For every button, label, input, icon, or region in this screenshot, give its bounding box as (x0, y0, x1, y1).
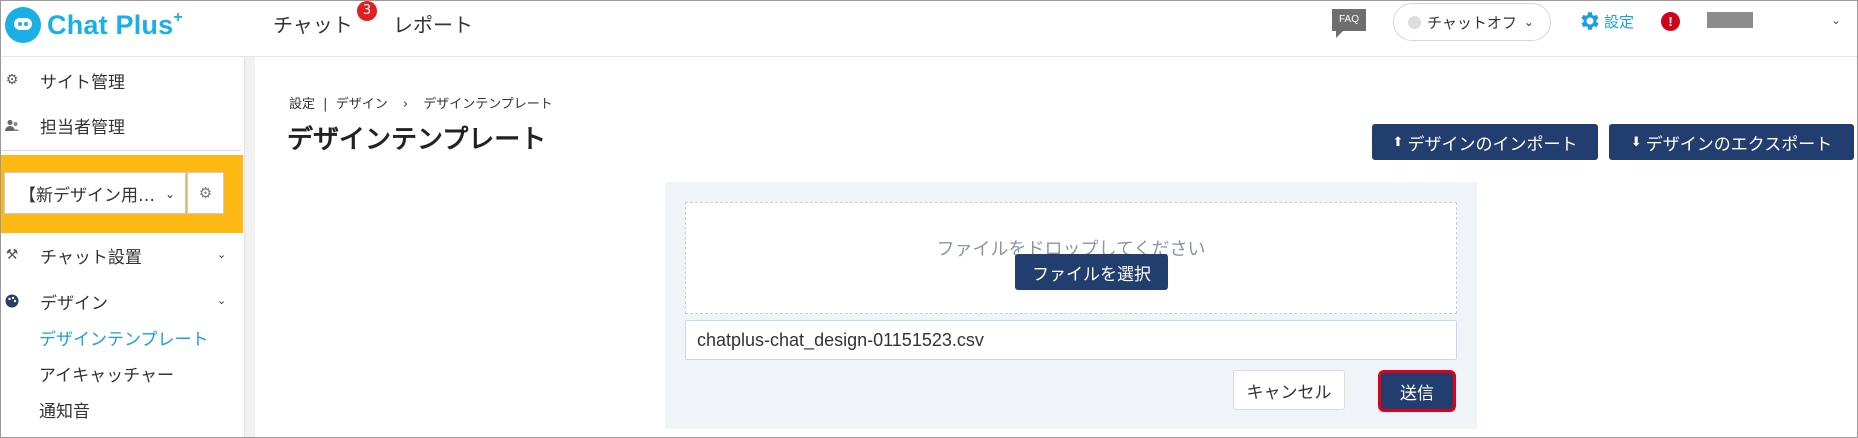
chevron-down-icon: ⌄ (1523, 15, 1534, 29)
nav-chat[interactable]: チャット (273, 9, 353, 38)
choose-file-button[interactable]: ファイルを選択 (1015, 254, 1168, 290)
chevron-down-icon[interactable]: ⌄ (1831, 13, 1841, 27)
users-icon (4, 117, 20, 133)
sidebar-subitem-eye-catcher[interactable]: アイキャッチャー (39, 361, 174, 386)
gear-icon (1581, 12, 1599, 30)
sidebar-item-design[interactable]: デザイン ⌄ (1, 282, 241, 320)
breadcrumb: 設定 | デザイン › デザインテンプレート (289, 93, 553, 112)
send-button[interactable]: 送信 (1378, 370, 1456, 412)
sidebar-scrollbar[interactable] (245, 57, 255, 437)
user-name-redacted[interactable] (1707, 12, 1753, 28)
gear-icon: ⚙ (198, 184, 213, 202)
site-select-value: 【新デザイン用… (19, 185, 155, 206)
breadcrumb-design[interactable]: デザイン (336, 97, 388, 112)
faq-icon[interactable]: FAQ (1332, 9, 1366, 38)
sidebar-divider (1, 150, 241, 151)
site-select-dropdown[interactable]: 【新デザイン用… ⌄ (4, 172, 186, 214)
chat-status-dropdown[interactable]: チャットオフ ⌄ (1393, 3, 1551, 41)
import-design-label: デザインのインポート (1407, 134, 1578, 155)
gears-icon: ⚙ (5, 72, 19, 88)
sidebar: ⚙ サイト管理 担当者管理 【新デザイン用… ⌄ ⚙ ⚒ チャット設置 ⌄ デザ… (1, 57, 245, 437)
nav-report[interactable]: レポート (393, 9, 473, 38)
breadcrumb-settings[interactable]: 設定 (289, 97, 315, 112)
sidebar-item-label: サイト管理 (40, 72, 125, 93)
logo-text: Chat Plus+ (47, 9, 183, 40)
export-design-label: デザインのエクスポート (1645, 134, 1833, 155)
cancel-button[interactable]: キャンセル (1233, 370, 1345, 410)
chat-status-label: チャットオフ (1427, 13, 1517, 32)
site-selector-area: 【新デザイン用… ⌄ ⚙ (1, 155, 243, 233)
page-title: デザインテンプレート (287, 125, 547, 155)
upload-panel: ファイルをドロップしてください ファイルを選択 chatplus-chat_de… (665, 182, 1477, 429)
chevron-down-icon: ⌄ (165, 187, 176, 201)
sidebar-item-label: 担当者管理 (40, 117, 125, 138)
selected-file-field[interactable]: chatplus-chat_design-01151523.csv (685, 320, 1457, 360)
app-window: Chat Plus+ チャット 3 レポート FAQ チャットオフ ⌄ 設定 !… (0, 0, 1858, 438)
site-settings-button[interactable]: ⚙ (187, 172, 224, 214)
download-icon: ⬇ (1630, 134, 1642, 150)
tools-icon: ⚒ (5, 247, 19, 263)
sidebar-item-label: チャット設置 (40, 247, 142, 268)
breadcrumb-design-template: デザインテンプレート (423, 97, 553, 112)
status-dot-icon (1408, 15, 1421, 29)
sidebar-subitem-design-template[interactable]: デザインテンプレート (39, 325, 209, 350)
sidebar-item-chat-setup[interactable]: ⚒ チャット設置 ⌄ (1, 236, 241, 274)
breadcrumb-arrow: › (402, 97, 409, 112)
chat-count-badge: 3 (357, 1, 377, 21)
sidebar-item-staff-management[interactable]: 担当者管理 (1, 106, 241, 144)
palette-icon (4, 293, 20, 309)
chevron-down-icon: ⌄ (217, 248, 227, 261)
sidebar-item-site-management[interactable]: ⚙ サイト管理 (1, 61, 241, 99)
settings-label: 設定 (1604, 12, 1635, 31)
settings-link[interactable]: 設定 (1577, 9, 1634, 33)
export-design-button[interactable]: ⬇ デザインのエクスポート (1609, 124, 1854, 160)
sidebar-subitem-notification-sound[interactable]: 通知音 (39, 397, 90, 422)
chatplus-logo[interactable]: Chat Plus+ (5, 7, 183, 43)
alert-icon[interactable]: ! (1661, 12, 1680, 31)
chevron-down-icon: ⌄ (217, 294, 227, 307)
import-design-button[interactable]: ⬆ デザインのインポート (1372, 124, 1598, 160)
sidebar-item-label: デザイン (40, 293, 108, 314)
breadcrumb-pipe: | (323, 97, 328, 112)
chat-bubble-logo-icon (5, 7, 41, 43)
file-dropzone[interactable]: ファイルをドロップしてください ファイルを選択 (685, 202, 1457, 314)
upload-icon: ⬆ (1392, 134, 1404, 150)
top-header: Chat Plus+ チャット 3 レポート FAQ チャットオフ ⌄ 設定 !… (1, 1, 1857, 57)
